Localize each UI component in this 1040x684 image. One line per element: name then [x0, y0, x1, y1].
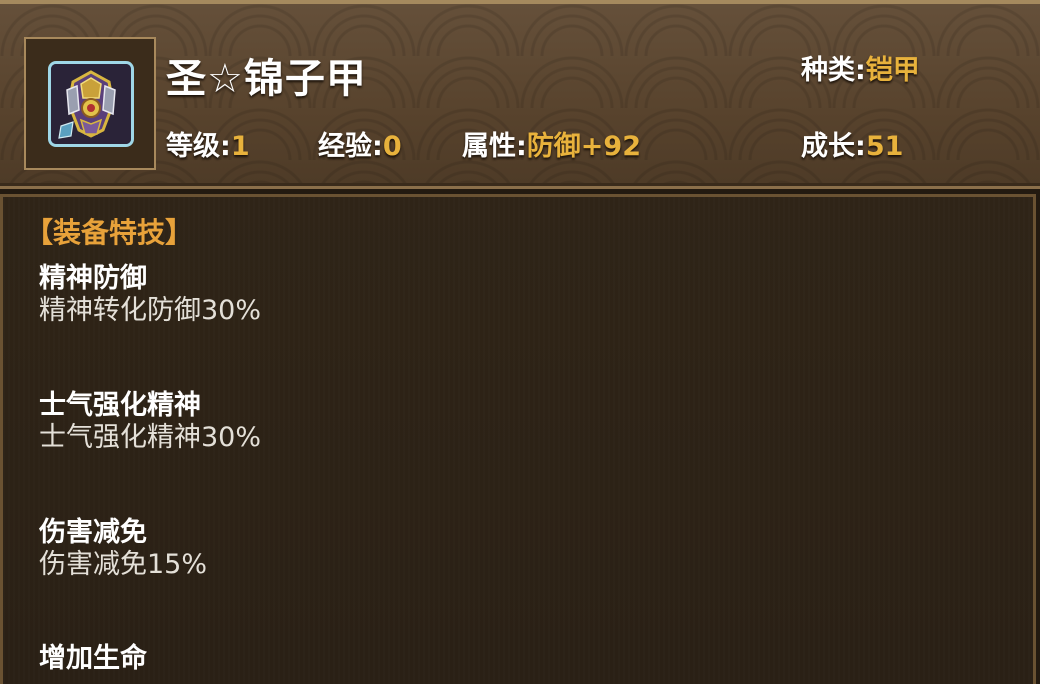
- stat-growth-value: 51: [865, 131, 904, 162]
- stat-growth-label: 成长:: [801, 131, 866, 162]
- skills-panel[interactable]: 【装备特技】 精神防御 精神转化防御30% 士气强化精神 士气强化精神30% 伤…: [0, 194, 1036, 684]
- stat-type: 种类:铠甲: [801, 48, 920, 87]
- item-header: 圣☆锦子甲 种类:铠甲 等级:1 经验:0 属性:防御+92 成长:51: [0, 0, 1040, 189]
- stat-attribute-value: 防御+92: [526, 131, 642, 162]
- skill-name: 精神防御: [39, 263, 147, 294]
- skill-name: 伤害减免: [39, 517, 147, 548]
- stat-growth: 成长:51: [801, 124, 903, 163]
- stat-type-label: 种类:: [801, 55, 866, 86]
- stat-level-label: 等级:: [166, 131, 231, 162]
- armor-icon: [48, 61, 134, 147]
- skill-name: 士气强化精神: [39, 390, 201, 421]
- equipment-detail-panel: 圣☆锦子甲 种类:铠甲 等级:1 经验:0 属性:防御+92 成长:51 【装备…: [0, 0, 1040, 684]
- item-title: 圣☆锦子甲: [166, 56, 367, 102]
- skill-desc: 精神转化防御30%: [39, 295, 262, 326]
- stat-level: 等级:1: [166, 124, 250, 163]
- skill-item: 增加生命: [39, 643, 939, 675]
- stat-attribute: 属性:防御+92: [462, 124, 641, 163]
- skill-name: 增加生命: [39, 643, 147, 674]
- skill-desc: 伤害减免15%: [39, 549, 208, 580]
- stat-exp: 经验:0: [318, 124, 402, 163]
- section-title: 【装备特技】: [25, 216, 194, 249]
- skill-item: 伤害减免 伤害减免15%: [39, 517, 939, 581]
- stat-level-value: 1: [230, 131, 250, 162]
- stat-type-value: 铠甲: [865, 55, 920, 86]
- stat-exp-label: 经验:: [318, 131, 383, 162]
- skill-desc: 士气强化精神30%: [39, 422, 262, 453]
- skill-item: 士气强化精神 士气强化精神30%: [39, 390, 939, 454]
- skill-item: 精神防御 精神转化防御30%: [39, 263, 939, 327]
- item-icon-slot[interactable]: [24, 37, 156, 170]
- stat-attribute-label: 属性:: [462, 131, 527, 162]
- stat-exp-value: 0: [382, 131, 402, 162]
